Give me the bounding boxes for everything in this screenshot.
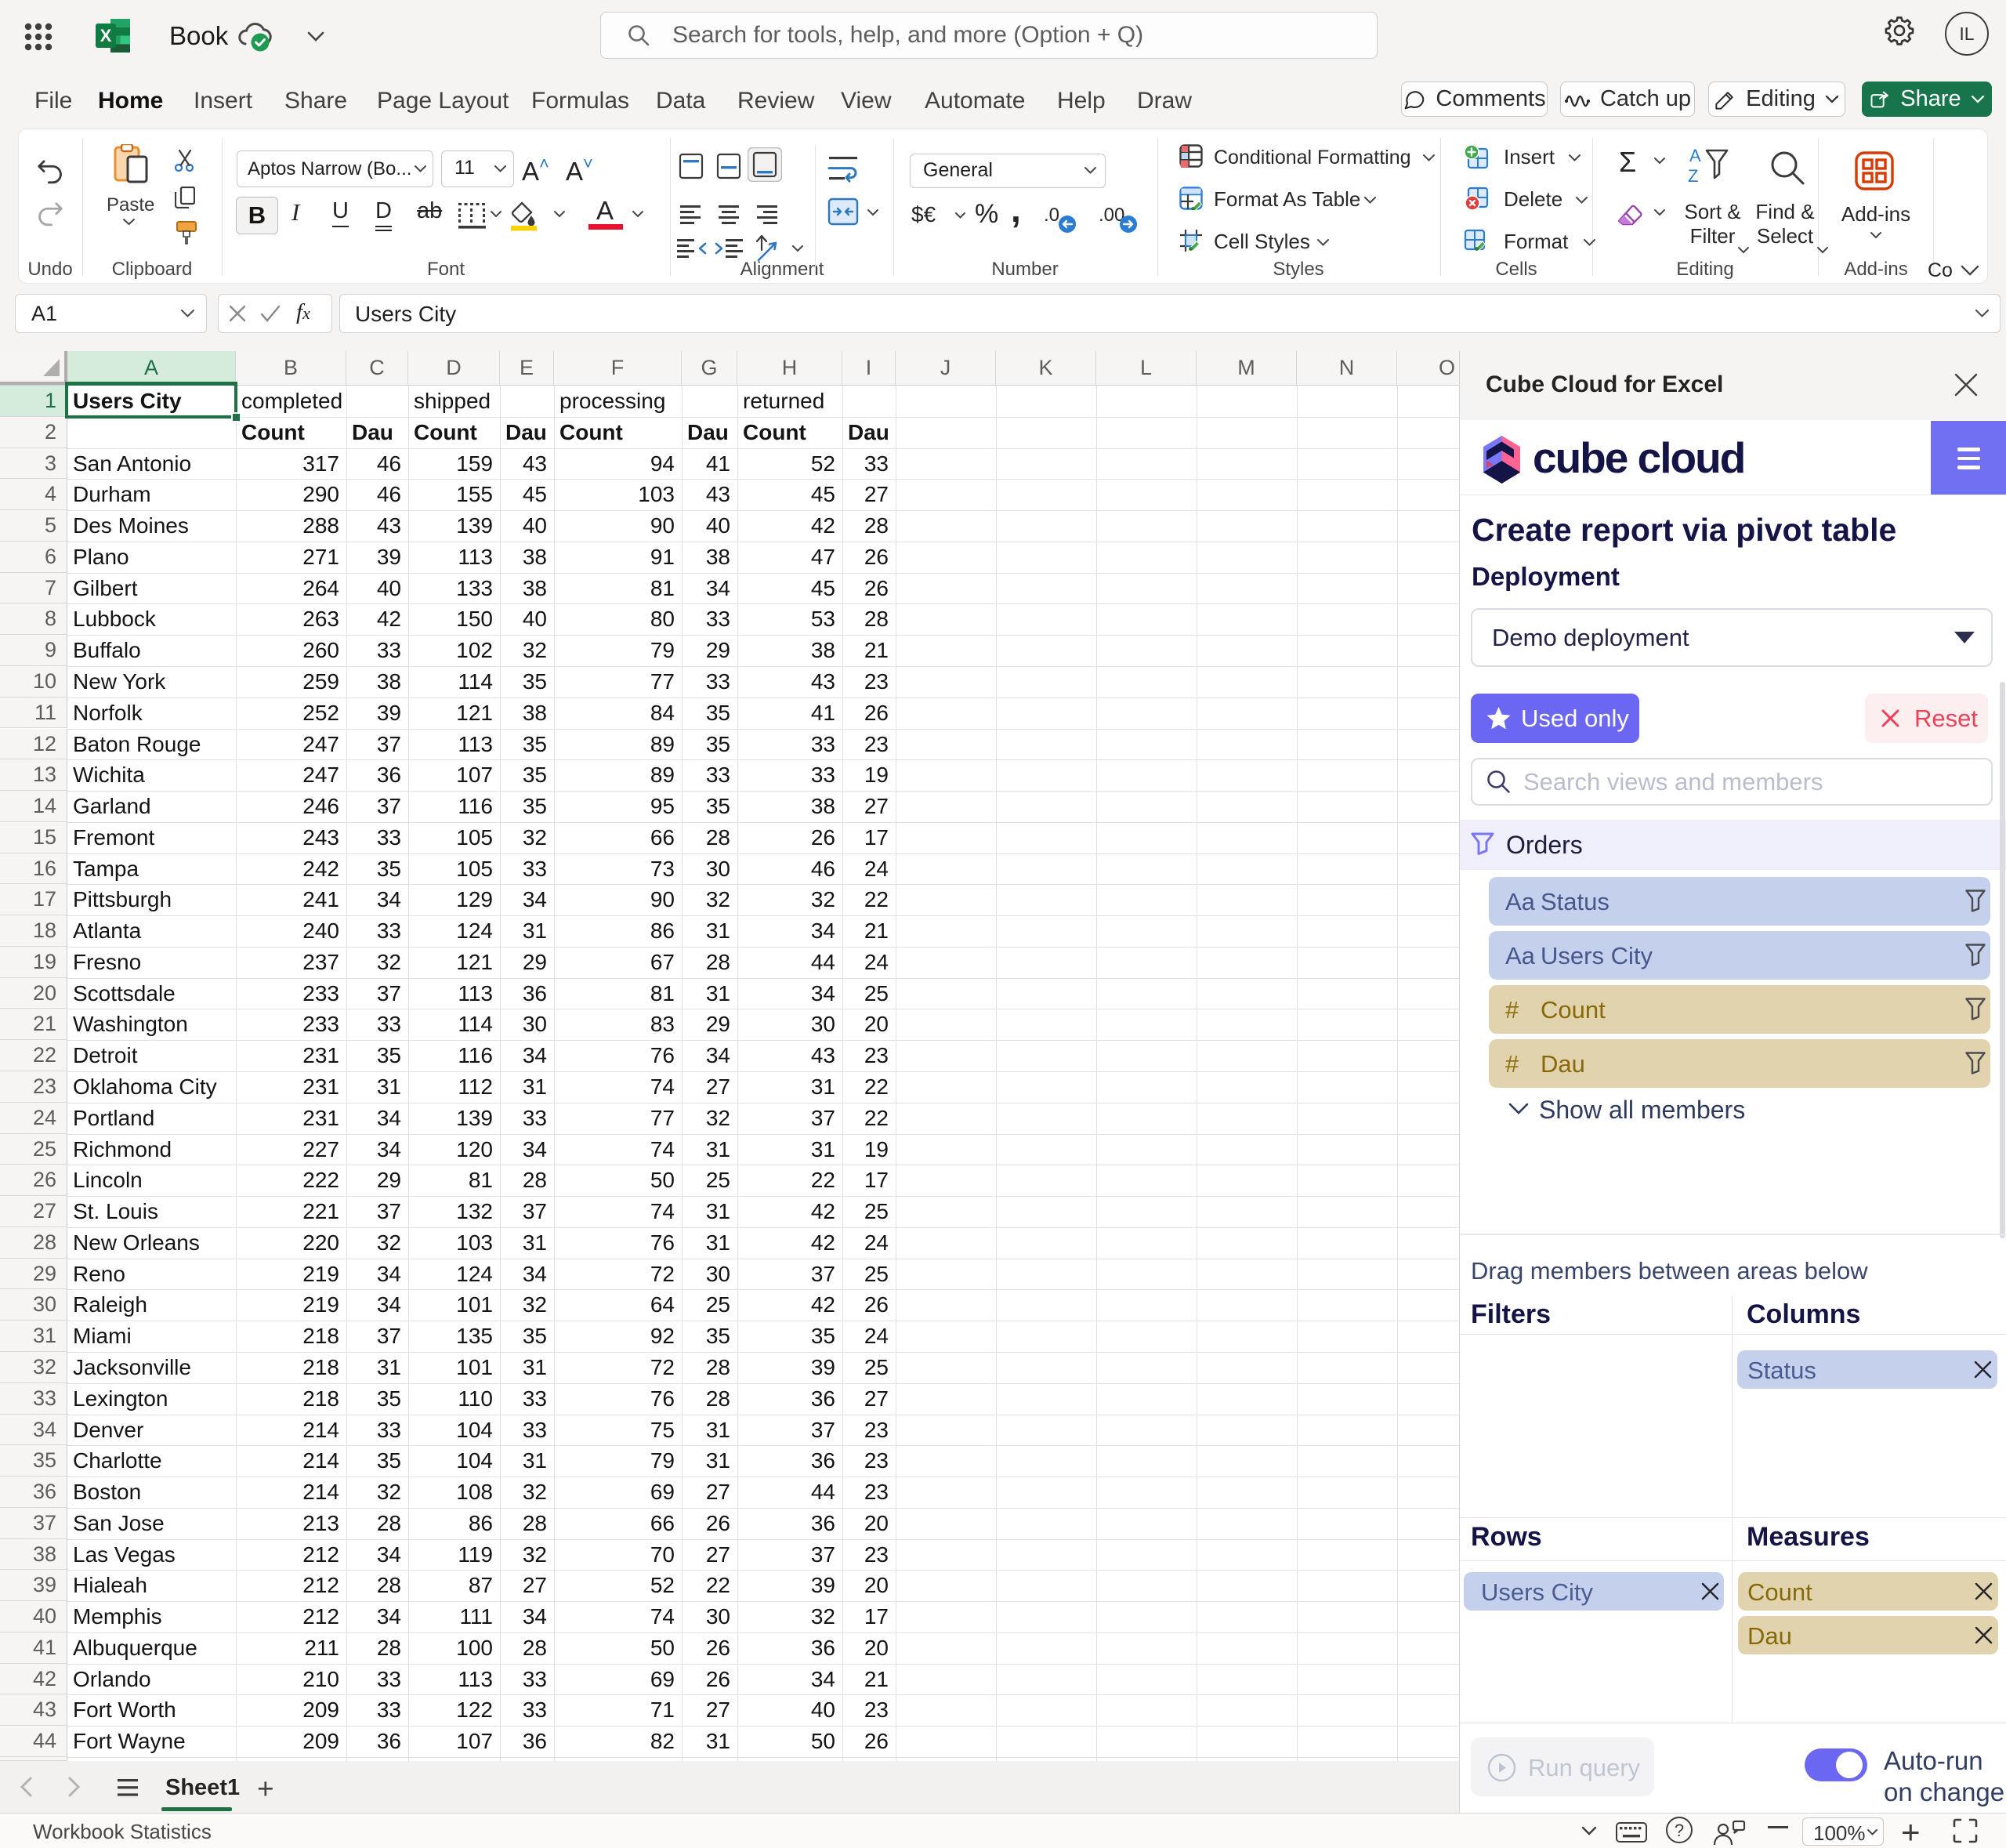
svg-text:A: A xyxy=(1689,146,1701,165)
svg-text:.0: .0 xyxy=(1044,205,1059,226)
svg-text:Z: Z xyxy=(1688,166,1698,186)
svg-text:X: X xyxy=(100,26,112,45)
